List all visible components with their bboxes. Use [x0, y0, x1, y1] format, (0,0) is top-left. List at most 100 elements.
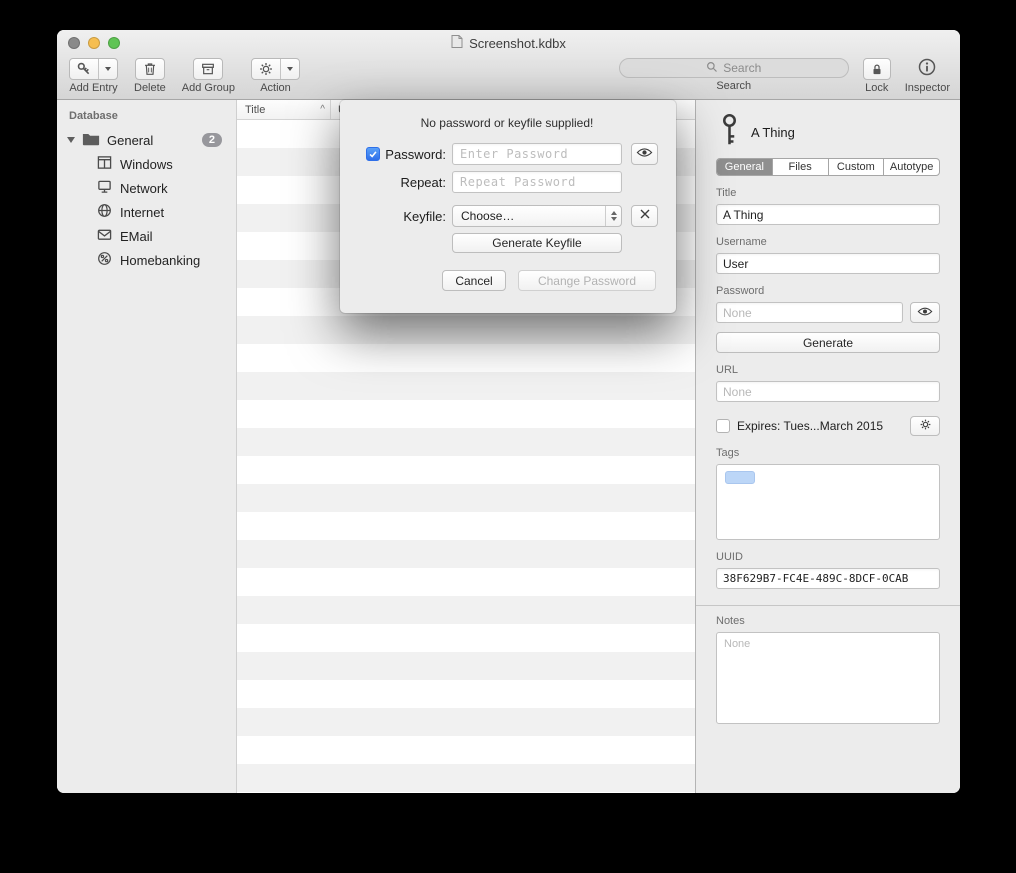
toolbar-item-delete: Delete [134, 56, 166, 99]
toolbar-right: Search Search Lock [619, 56, 950, 99]
expires-row: Expires: Tues...March 2015 [716, 416, 940, 436]
clear-keyfile-button[interactable] [631, 205, 658, 227]
tab-general[interactable]: General [717, 159, 773, 175]
title-field[interactable] [716, 204, 940, 225]
uuid-field[interactable] [716, 568, 940, 589]
reveal-password-button[interactable] [910, 302, 940, 323]
gear-icon [252, 59, 280, 79]
eye-icon [636, 145, 653, 163]
username-field[interactable] [716, 253, 940, 274]
close-button[interactable] [68, 37, 80, 49]
search-label: Search [716, 80, 751, 92]
keyfile-popup-button[interactable]: Choose… [452, 205, 622, 227]
password-row [716, 302, 940, 323]
inspector-panel: A Thing General Files Custom Autotype Ti… [695, 100, 960, 793]
action-chevron [280, 59, 299, 79]
dialog-repeat-input[interactable] [452, 171, 622, 193]
expires-settings-button[interactable] [910, 416, 940, 436]
windows-icon [97, 155, 112, 173]
lock-button[interactable] [863, 58, 891, 80]
tags-label: Tags [716, 447, 940, 459]
generate-password-button[interactable]: Generate [716, 332, 940, 353]
toolbar-item-inspector: Inspector [905, 56, 950, 94]
dialog-keyfile-row: Keyfile: Choose… [358, 205, 656, 227]
dialog-actions: Cancel Change Password [358, 270, 656, 291]
notes-field[interactable] [716, 632, 940, 724]
password-field-cell [452, 143, 622, 165]
popup-stepper-icon [605, 206, 621, 226]
toolbar-left: Add Entry Delete [67, 56, 300, 99]
dialog-password-label: Password: [385, 147, 446, 162]
generate-keyfile-row: Generate Keyfile [452, 233, 656, 253]
column-header-title[interactable]: Title ^ [237, 100, 330, 119]
inspector-button[interactable] [915, 58, 939, 80]
dialog-password-input[interactable] [452, 143, 622, 165]
toolbar-item-action: Action [251, 56, 300, 99]
add-entry-dropdown[interactable] [98, 59, 117, 79]
dialog-repeat-label: Repeat: [400, 175, 446, 190]
tab-files[interactable]: Files [773, 159, 829, 175]
expires-checkbox[interactable] [716, 419, 730, 433]
zoom-button[interactable] [108, 37, 120, 49]
entry-count-badge: 2 [202, 133, 222, 147]
add-group-button[interactable] [193, 58, 223, 80]
password-checkbox[interactable] [366, 147, 380, 161]
window-header: Screenshot.kdbx Add Ent [57, 30, 960, 100]
sidebar-item-label: Internet [120, 205, 164, 220]
tags-box[interactable] [716, 464, 940, 540]
inspector-tabs: General Files Custom Autotype [716, 158, 940, 176]
network-icon [97, 179, 112, 197]
change-password-dialog: No password or keyfile supplied! Passwor… [340, 100, 676, 313]
dialog-password-row: Password: [358, 143, 656, 165]
folder-icon [82, 131, 100, 149]
homebanking-icon [97, 251, 112, 269]
url-field-label: URL [716, 364, 940, 376]
sidebar-item-label: Windows [120, 157, 173, 172]
window-title: Screenshot.kdbx [469, 36, 566, 51]
password-field-label: Password [716, 285, 940, 297]
change-password-button[interactable]: Change Password [518, 270, 656, 291]
delete-button[interactable] [135, 58, 165, 80]
dialog-keyfile-label: Keyfile: [403, 209, 446, 224]
password-aux [631, 143, 658, 165]
tab-autotype[interactable]: Autotype [884, 159, 939, 175]
sidebar-item-windows[interactable]: Windows [57, 152, 236, 176]
search-placeholder: Search [723, 61, 761, 75]
action-label: Action [260, 82, 291, 94]
desktop: Screenshot.kdbx Add Ent [0, 0, 1016, 873]
repeat-field-cell [452, 171, 622, 193]
tab-custom[interactable]: Custom [829, 159, 885, 175]
disclosure-triangle-icon[interactable] [67, 137, 75, 143]
sidebar-item-email[interactable]: EMail [57, 224, 236, 248]
sidebar-header: Database [57, 108, 236, 128]
sidebar-group-general[interactable]: General 2 [57, 128, 236, 152]
keyfile-popup-value: Choose… [453, 209, 605, 223]
keyfile-aux [631, 205, 658, 227]
tag-chip[interactable] [725, 471, 755, 484]
cancel-button[interactable]: Cancel [442, 270, 506, 291]
expires-label: Expires: Tues...March 2015 [737, 419, 903, 433]
add-entry-label: Add Entry [69, 82, 117, 94]
generate-keyfile-button[interactable]: Generate Keyfile [452, 233, 622, 253]
titlebar: Screenshot.kdbx [57, 30, 960, 56]
trash-icon [136, 59, 164, 79]
sidebar-item-network[interactable]: Network [57, 176, 236, 200]
dialog-message: No password or keyfile supplied! [358, 116, 656, 130]
notes-label: Notes [716, 615, 940, 627]
toolbar-item-add-entry: Add Entry [69, 56, 118, 99]
minimize-button[interactable] [88, 37, 100, 49]
toolbar-item-add-group: Add Group [182, 56, 235, 99]
info-icon [917, 57, 937, 82]
action-button[interactable] [251, 58, 300, 80]
sidebar-item-homebanking[interactable]: Homebanking [57, 248, 236, 272]
sidebar-item-internet[interactable]: Internet [57, 200, 236, 224]
add-entry-button[interactable] [69, 58, 118, 80]
password-label-cell: Password: [358, 147, 446, 162]
url-field[interactable] [716, 381, 940, 402]
dialog-repeat-row: Repeat: [358, 171, 656, 193]
dialog-reveal-password-button[interactable] [631, 143, 658, 165]
search-icon [706, 61, 718, 76]
password-field[interactable] [716, 302, 903, 323]
chevron-down-icon [105, 67, 111, 71]
search-input[interactable]: Search [619, 58, 849, 78]
